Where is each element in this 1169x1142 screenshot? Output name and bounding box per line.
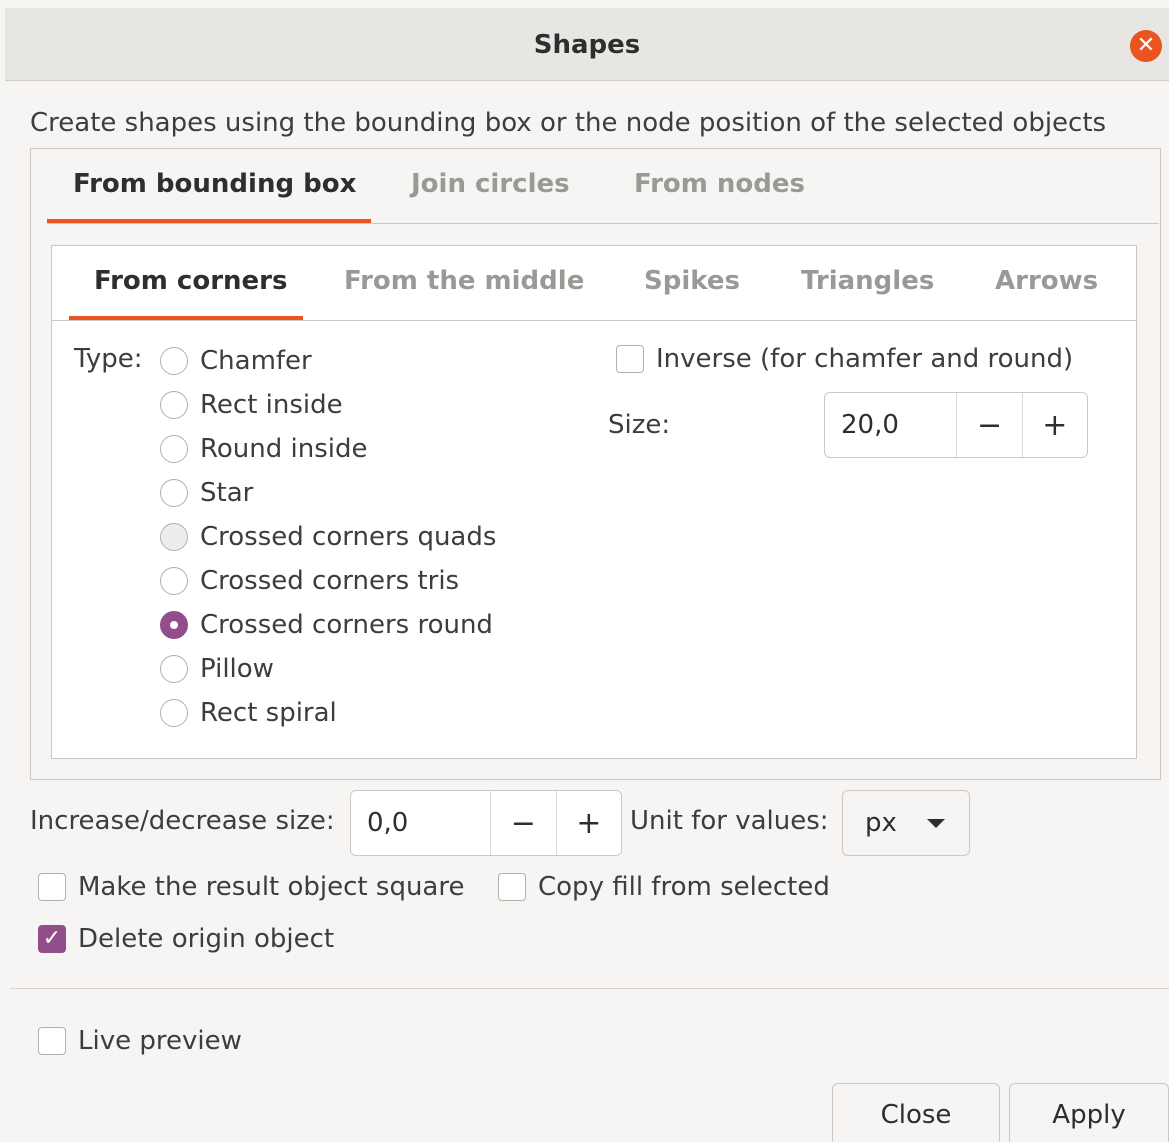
increase-decrement-button[interactable]: − [490,791,556,855]
tab-from-bounding-box[interactable]: From bounding box [73,169,356,199]
radio-label: Rect spiral [200,698,337,728]
radio-label: Rect inside [200,390,343,420]
radio-circle-icon[interactable] [160,435,188,463]
checkmark-icon[interactable]: ✓ [38,925,66,953]
apply-button[interactable]: Apply [1009,1083,1169,1142]
radio-selected-icon[interactable] [160,611,188,639]
copy-fill-row[interactable]: Copy fill from selected [498,872,830,902]
close-button[interactable]: Close [832,1083,1000,1142]
radio-circle-icon[interactable] [160,347,188,375]
radio-label: Crossed corners quads [200,522,497,552]
size-spinbutton[interactable]: 20,0 − + [824,392,1088,458]
radio-crossed-corners-round[interactable]: Crossed corners round [160,608,493,642]
divider [10,988,1169,989]
make-square-row[interactable]: Make the result object square [38,872,464,902]
delete-origin-label: Delete origin object [78,924,335,954]
chevron-down-icon [926,818,945,828]
make-square-checkbox[interactable] [38,873,66,901]
radio-circle-icon[interactable] [160,479,188,507]
make-square-label: Make the result object square [78,872,465,902]
type-label: Type: [74,344,143,374]
sub-tab-bar: From corners From the middle Spikes Tria… [52,246,1136,321]
radio-rect-inside[interactable]: Rect inside [160,388,343,422]
increase-decrease-label: Increase/decrease size: [30,806,335,836]
inverse-label: Inverse (for chamfer and round) [656,344,1074,374]
radio-circle-icon[interactable] [160,523,188,551]
unit-label: Unit for values: [630,806,829,836]
radio-star[interactable]: Star [160,476,253,510]
inverse-checkbox[interactable] [616,345,644,373]
tab-from-the-middle[interactable]: From the middle [344,266,584,296]
radio-label: Star [200,478,254,508]
radio-circle-icon[interactable] [160,391,188,419]
unit-dropdown[interactable]: px [842,790,970,856]
tab-triangles[interactable]: Triangles [801,266,934,296]
size-value[interactable]: 20,0 [825,393,956,457]
live-preview-checkbox[interactable] [38,1027,66,1055]
unit-value: px [865,808,897,838]
live-preview-row[interactable]: Live preview [38,1026,242,1056]
radio-circle-icon[interactable] [160,699,188,727]
radio-label: Pillow [200,654,274,684]
radio-circle-icon[interactable] [160,567,188,595]
radio-chamfer[interactable]: Chamfer [160,344,312,378]
tab-spikes[interactable]: Spikes [644,266,740,296]
title-bar[interactable]: Shapes [5,8,1169,81]
active-subtab-indicator [69,316,303,320]
size-increment-button[interactable]: + [1021,393,1087,457]
radio-crossed-corners-quads[interactable]: Crossed corners quads [160,520,496,554]
increase-decrease-value[interactable]: 0,0 [351,791,490,855]
increase-decrease-spinbutton[interactable]: 0,0 − + [350,790,622,856]
close-icon[interactable]: ✕ [1130,30,1162,62]
radio-crossed-corners-tris[interactable]: Crossed corners tris [160,564,459,598]
radio-circle-icon[interactable] [160,655,188,683]
radio-pillow[interactable]: Pillow [160,652,274,686]
size-decrement-button[interactable]: − [956,393,1022,457]
radio-label: Crossed corners tris [200,566,460,596]
dialog-title: Shapes [533,30,641,60]
active-tab-indicator [47,219,371,223]
tab-from-corners[interactable]: From corners [94,266,287,296]
notebook-from-bounding-box: From corners From the middle Spikes Tria… [51,245,1137,759]
shapes-dialog: Shapes ✕ Create shapes using the boundin… [0,0,1169,1142]
radio-round-inside[interactable]: Round inside [160,432,368,466]
radio-rect-spiral[interactable]: Rect spiral [160,696,337,730]
copy-fill-checkbox[interactable] [498,873,526,901]
radio-label: Crossed corners round [200,610,493,640]
tab-join-circles[interactable]: Join circles [411,169,570,199]
dialog-description: Create shapes using the bounding box or … [30,108,1107,138]
increase-increment-button[interactable]: + [555,791,621,855]
tab-arrows[interactable]: Arrows [995,266,1098,296]
inverse-checkbox-row[interactable]: Inverse (for chamfer and round) [616,344,1073,374]
live-preview-label: Live preview [78,1026,242,1056]
copy-fill-label: Copy fill from selected [538,872,830,902]
notebook-main: From bounding box Join circles From node… [30,148,1161,780]
size-label: Size: [608,410,671,440]
main-tab-bar: From bounding box Join circles From node… [47,149,1159,224]
radio-label: Round inside [200,434,368,464]
tab-from-nodes[interactable]: From nodes [634,169,805,199]
delete-origin-row[interactable]: ✓ Delete origin object [38,924,334,954]
radio-label: Chamfer [200,346,312,376]
